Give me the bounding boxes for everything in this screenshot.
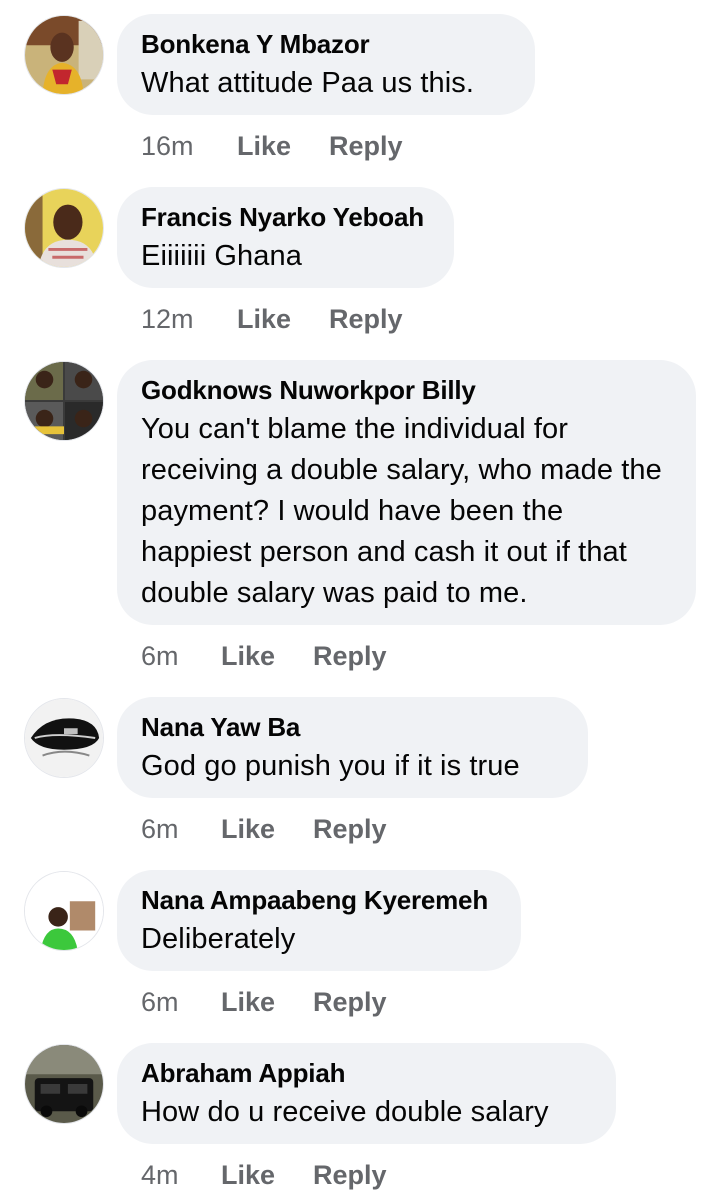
comment-actions: 12m Like Reply	[141, 303, 403, 335]
reply-button[interactable]: Reply	[313, 1159, 387, 1191]
author-name[interactable]: Nana Ampaabeng Kyeremeh	[141, 885, 496, 915]
author-name[interactable]: Francis Nyarko Yeboah	[141, 202, 429, 232]
reply-button[interactable]: Reply	[313, 640, 387, 672]
author-name[interactable]: Godknows Nuworkpor Billy	[141, 375, 671, 405]
comment-bubble[interactable]: Nana Yaw Ba God go punish you if it is t…	[117, 697, 588, 798]
comment-actions: 6m Like Reply	[141, 813, 387, 845]
timestamp[interactable]: 6m	[141, 813, 221, 845]
comment-actions: 6m Like Reply	[141, 986, 387, 1018]
comment-bubble[interactable]: Francis Nyarko Yeboah Eiiiiiii Ghana	[117, 187, 454, 288]
comment-text: Eiiiiiii Ghana	[141, 240, 302, 272]
avatar[interactable]	[24, 15, 104, 95]
author-name[interactable]: Nana Yaw Ba	[141, 712, 563, 742]
author-name[interactable]: Bonkena Y Mbazor	[141, 29, 510, 59]
comment-bubble[interactable]: Abraham Appiah How do u receive double s…	[117, 1043, 616, 1144]
comment-bubble[interactable]: Godknows Nuworkpor Billy You can't blame…	[117, 360, 696, 625]
like-button[interactable]: Like	[237, 303, 329, 335]
comment-text: How do u receive double salary	[141, 1096, 549, 1128]
avatar[interactable]	[24, 698, 104, 778]
reply-button[interactable]: Reply	[329, 130, 403, 162]
like-button[interactable]: Like	[221, 1159, 313, 1191]
reply-button[interactable]: Reply	[313, 986, 387, 1018]
avatar[interactable]	[24, 188, 104, 268]
like-button[interactable]: Like	[221, 640, 313, 672]
timestamp[interactable]: 6m	[141, 640, 221, 672]
timestamp[interactable]: 16m	[141, 130, 237, 162]
timestamp[interactable]: 6m	[141, 986, 221, 1018]
reply-button[interactable]: Reply	[313, 813, 387, 845]
reply-button[interactable]: Reply	[329, 303, 403, 335]
comment-text: You can't blame the individual for recei…	[141, 413, 662, 609]
timestamp[interactable]: 4m	[141, 1159, 221, 1191]
comment-text: Deliberately	[141, 923, 296, 955]
comment-bubble[interactable]: Nana Ampaabeng Kyeremeh Deliberately	[117, 870, 521, 971]
like-button[interactable]: Like	[221, 986, 313, 1018]
comment-text: What attitude Paa us this.	[141, 67, 475, 99]
avatar[interactable]	[24, 361, 104, 441]
like-button[interactable]: Like	[237, 130, 329, 162]
comment-actions: 6m Like Reply	[141, 640, 387, 672]
comment-actions: 16m Like Reply	[141, 130, 403, 162]
timestamp[interactable]: 12m	[141, 303, 237, 335]
author-name[interactable]: Abraham Appiah	[141, 1058, 591, 1088]
comment-text: God go punish you if it is true	[141, 750, 520, 782]
like-button[interactable]: Like	[221, 813, 313, 845]
avatar[interactable]	[24, 871, 104, 951]
comment-actions: 4m Like Reply	[141, 1159, 387, 1191]
comment-bubble[interactable]: Bonkena Y Mbazor What attitude Paa us th…	[117, 14, 535, 115]
avatar[interactable]	[24, 1044, 104, 1124]
